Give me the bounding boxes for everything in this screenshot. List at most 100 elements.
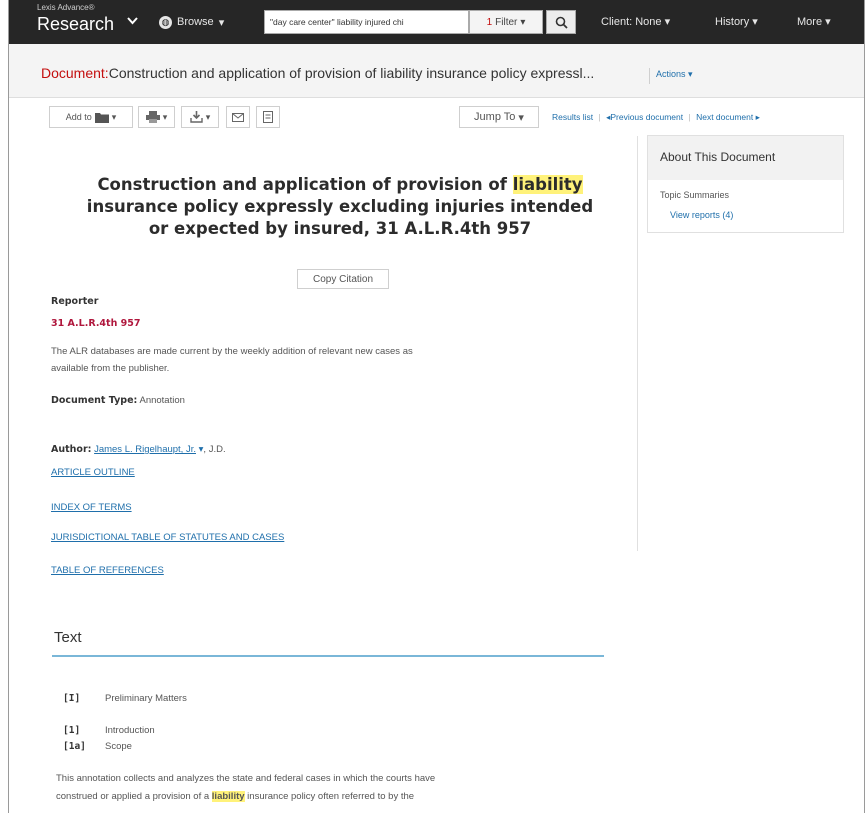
chevron-down-icon: ▾	[218, 16, 225, 29]
document-header-bar: Document:Construction and application of…	[9, 44, 864, 98]
text-section-heading: Text	[54, 629, 82, 646]
author-suffix: , J.D.	[203, 444, 226, 455]
search-term-highlight: liability	[211, 791, 245, 802]
copy-citation-button[interactable]: Copy Citation	[297, 269, 389, 289]
title-part: Construction and application of provisio…	[97, 175, 513, 194]
copy-document-button[interactable]	[256, 106, 280, 128]
top-navigation-bar: Lexis Advance® Research ◍ Browse ▾ "day …	[9, 0, 864, 44]
chevron-down-icon: ▾	[688, 69, 693, 79]
jump-to-dropdown[interactable]: Jump To ▾	[459, 106, 539, 128]
reporter-label: Reporter	[51, 296, 99, 307]
brand-small-label: Lexis Advance®	[37, 3, 95, 12]
divider: |	[688, 112, 691, 122]
paragraph-line: This annotation collects and analyzes th…	[56, 773, 436, 784]
section-divider	[52, 655, 604, 657]
email-button[interactable]	[226, 106, 250, 128]
view-reports-link[interactable]: View reports (4)	[670, 210, 733, 220]
paragraph-text: insurance policy often referred to by th…	[244, 791, 415, 802]
chevron-down-icon: ▾	[205, 111, 211, 122]
table-of-references-link[interactable]: TABLE OF REFERENCES	[51, 562, 164, 579]
toc-label: Preliminary Matters	[105, 693, 187, 704]
document-navigation: Results list | ◂Previous document | Next…	[552, 112, 760, 123]
chevron-down-icon: ▾	[518, 111, 524, 124]
document-type-label: Document Type:	[51, 395, 138, 406]
chevron-down-icon: ▾	[752, 16, 758, 28]
currency-note-line: available from the publisher.	[51, 363, 170, 374]
search-icon	[555, 16, 568, 29]
email-icon	[232, 112, 244, 122]
reporter-citation: 31 A.L.R.4th 957	[51, 318, 141, 329]
paragraph-line: construed or applied a provision of a li…	[56, 788, 601, 806]
topic-summaries-label: Topic Summaries	[660, 190, 730, 200]
chevron-down-icon: ▾	[520, 16, 526, 28]
article-outline-link[interactable]: ARTICLE OUTLINE	[51, 464, 135, 481]
toc-label: Introduction	[105, 725, 155, 736]
toc-number: [1]	[63, 725, 81, 736]
document-title-text: Construction and application of provisio…	[108, 65, 595, 81]
toc-label: Scope	[105, 741, 132, 752]
filter-dropdown[interactable]: 1 Filter ▾	[469, 10, 543, 34]
toc-item[interactable]: [1a] Scope	[63, 741, 132, 752]
document-header-title: Document:Construction and application of…	[41, 65, 631, 81]
download-icon	[190, 111, 203, 123]
results-list-link[interactable]: Results list	[552, 112, 593, 122]
document-icon	[263, 111, 273, 123]
print-icon	[145, 111, 160, 123]
next-document-link[interactable]: Next document	[696, 112, 753, 122]
currency-note-line: The ALR databases are made current by th…	[51, 346, 413, 357]
client-menu[interactable]: Client: None ▾	[601, 15, 670, 28]
document-type-value: Annotation	[139, 395, 185, 406]
paragraph-text: construed or applied a provision of a	[56, 791, 212, 802]
toc-item[interactable]: [1] Introduction	[63, 725, 155, 736]
currency-note: The ALR databases are made current by th…	[51, 343, 611, 377]
add-to-label: Add to	[65, 112, 92, 122]
title-part: insurance policy expressly excluding inj…	[86, 197, 594, 238]
history-menu[interactable]: History ▾	[715, 15, 758, 28]
chevron-down-icon: ▾	[162, 111, 168, 122]
about-panel-title: About This Document	[648, 136, 843, 180]
divider: |	[598, 112, 601, 122]
index-of-terms-link[interactable]: INDEX OF TERMS	[51, 499, 132, 516]
divider	[649, 68, 650, 84]
about-this-document-panel: About This Document Topic Summaries View…	[647, 135, 844, 233]
search-input[interactable]: "day care center" liability injured chi	[264, 10, 469, 34]
search-button[interactable]	[546, 10, 576, 34]
add-to-folder-button[interactable]: Add to ▾	[49, 106, 133, 128]
document-title: Construction and application of provisio…	[80, 174, 600, 240]
download-button[interactable]: ▾	[181, 106, 219, 128]
search-term-highlight: liability	[512, 175, 583, 194]
toc-number: [I]	[63, 693, 81, 704]
chevron-down-icon: ▾	[825, 16, 831, 28]
chevron-right-icon: ▸	[755, 112, 760, 122]
toc-item[interactable]: [I] Preliminary Matters	[63, 693, 187, 704]
chevron-down-icon: ▾	[664, 16, 671, 28]
document-body: Construction and application of provisio…	[40, 136, 638, 551]
document-type: Document Type: Annotation	[51, 392, 185, 409]
document-toolbar: Add to ▾ ▾ ▾ Jump To ▾ Results list | ◂P…	[9, 98, 864, 136]
author-label: Author:	[51, 444, 92, 455]
globe-icon: ◍	[159, 15, 172, 29]
print-button[interactable]: ▾	[138, 106, 175, 128]
browse-label: Browse	[177, 16, 214, 28]
more-label: More	[797, 16, 823, 28]
jump-to-label: Jump To	[474, 111, 516, 123]
actions-menu[interactable]: Actions ▾	[656, 69, 693, 80]
browse-menu[interactable]: ◍ Browse ▾	[159, 12, 224, 32]
history-label: History	[715, 16, 750, 28]
document-label: Document:	[41, 65, 109, 81]
filter-count: 1	[486, 16, 493, 28]
product-switcher-chevron-icon[interactable]	[123, 13, 141, 31]
author-line: Author: James L. Rigelhaupt, Jr. ▾, J.D.	[51, 441, 226, 458]
annotation-paragraph: This annotation collects and analyzes th…	[56, 770, 601, 806]
jurisdictional-table-link[interactable]: JURISDICTIONAL TABLE OF STATUTES AND CAS…	[51, 529, 284, 546]
client-label: Client: None	[601, 16, 662, 28]
folder-icon	[94, 112, 109, 123]
previous-document-link[interactable]: Previous document	[610, 112, 683, 122]
more-menu[interactable]: More ▾	[797, 15, 831, 28]
actions-label: Actions	[656, 69, 686, 79]
toc-number: [1a]	[63, 741, 86, 752]
app-frame: Lexis Advance® Research ◍ Browse ▾ "day …	[8, 0, 865, 813]
filter-label: Filter	[495, 16, 518, 28]
chevron-down-icon: ▾	[111, 111, 117, 122]
author-link[interactable]: James L. Rigelhaupt, Jr.	[94, 444, 196, 455]
